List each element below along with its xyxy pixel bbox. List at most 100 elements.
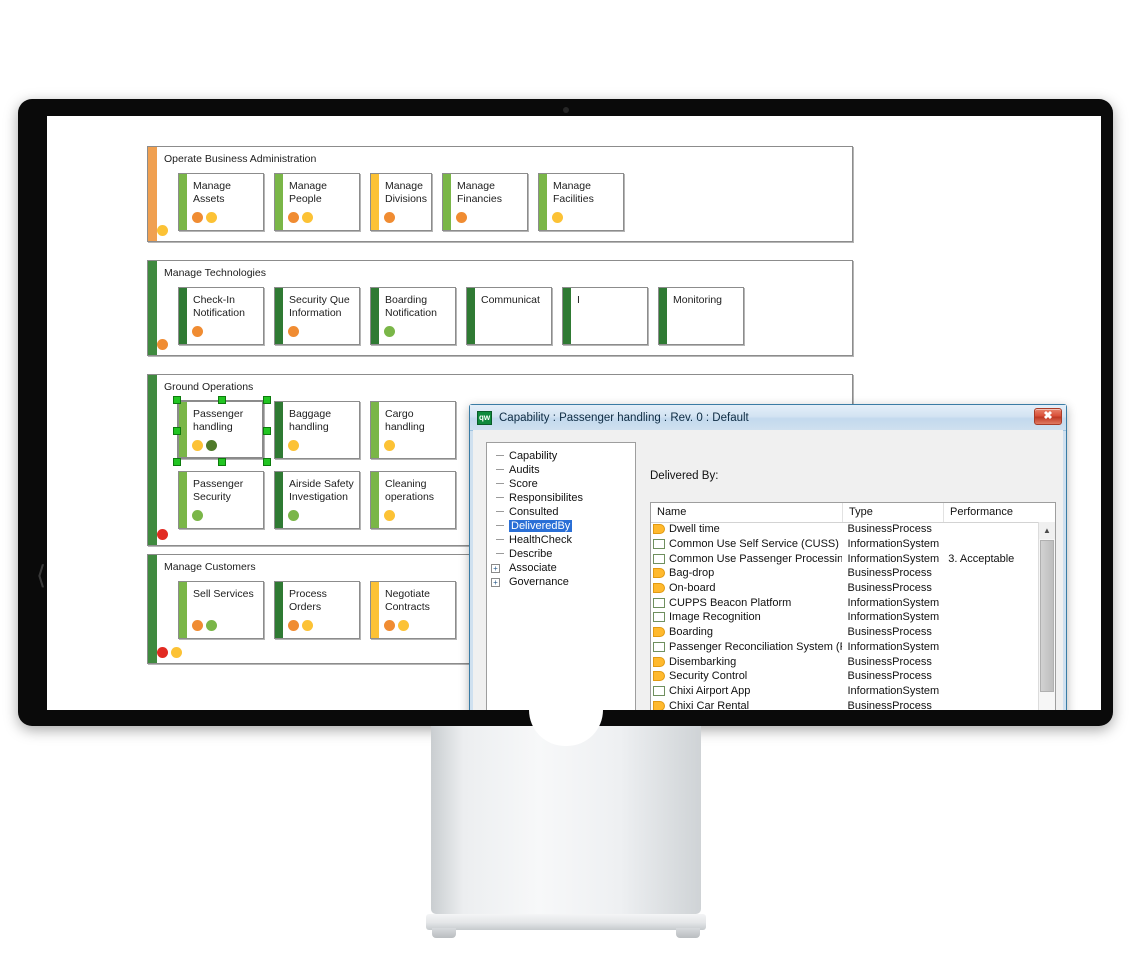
capability-status-bar	[539, 174, 547, 230]
status-dot	[206, 440, 217, 451]
dialog-titlebar[interactable]: qw Capability : Passenger handling : Rev…	[470, 405, 1066, 431]
capability-box[interactable]: Negotiate Contracts	[370, 581, 456, 639]
expand-icon[interactable]: +	[491, 564, 500, 573]
capability-label: Manage Financies	[457, 180, 502, 205]
capability-box[interactable]: Process Orders	[274, 581, 360, 639]
capability-box[interactable]: Passenger handling	[178, 401, 264, 459]
row-name-text: Dwell time	[669, 523, 720, 536]
tree-item-label: Describe	[509, 548, 553, 560]
table-row[interactable]: Image Recognition InformationSystem	[651, 610, 1037, 625]
selection-handle[interactable]	[218, 396, 226, 404]
capability-box[interactable]: Cargo handling	[370, 401, 456, 459]
tree-item-deliveredby[interactable]: DeliveredBy	[487, 519, 635, 533]
tree-item-label: Consulted	[509, 506, 559, 518]
capability-status-bar	[371, 472, 379, 528]
capability-label: Boarding Notification	[385, 294, 437, 319]
selection-handle[interactable]	[263, 427, 271, 435]
vertical-scrollbar[interactable]: ▲ ▼	[1038, 522, 1055, 710]
status-dot	[288, 326, 299, 337]
table-row[interactable]: On-board BusinessProcess	[651, 581, 1037, 596]
table-row[interactable]: Security Control BusinessProcess	[651, 669, 1037, 684]
close-icon[interactable]: ✖	[1034, 408, 1062, 425]
capability-box[interactable]: Cleaning operations	[370, 471, 456, 529]
capability-box[interactable]: Manage Financies	[442, 173, 528, 231]
tree-item-audits[interactable]: Audits	[487, 463, 635, 477]
scroll-up-icon[interactable]: ▲	[1039, 522, 1055, 539]
capability-box[interactable]: Communicat	[466, 287, 552, 345]
capability-label: Manage Assets	[193, 180, 231, 205]
capability-box[interactable]: Manage Facilities	[538, 173, 624, 231]
table-row[interactable]: Passenger Reconciliation System (PRS) Inf…	[651, 640, 1037, 655]
column-header-performance[interactable]: Performance	[943, 503, 1038, 522]
capability-box[interactable]: Boarding Notification	[370, 287, 456, 345]
monitor-stand-foot-left	[432, 928, 456, 938]
selection-handle[interactable]	[218, 458, 226, 466]
monitor-stand-foot-right	[676, 928, 700, 938]
table-row[interactable]: Chixi Car Rental BusinessProcess	[651, 698, 1037, 710]
capability-box[interactable]: Manage People	[274, 173, 360, 231]
tree-item-score[interactable]: Score	[487, 477, 635, 491]
capability-box[interactable]: Airside Safety Investigation	[274, 471, 360, 529]
tree-item-label: Responsibilites	[509, 492, 583, 504]
capability-box[interactable]: I	[562, 287, 648, 345]
table-row[interactable]: Common Use Self Service (CUSS) Informatio…	[651, 537, 1037, 552]
tree-item-describe[interactable]: Describe	[487, 547, 635, 561]
capability-status-bar	[467, 288, 475, 344]
table-row[interactable]: CUPPS Beacon Platform InformationSystem	[651, 595, 1037, 610]
capability-status-bar	[179, 288, 187, 344]
selection-handle[interactable]	[173, 396, 181, 404]
tree-item-capability[interactable]: Capability	[487, 449, 635, 463]
capability-box[interactable]: Baggage handling	[274, 401, 360, 459]
capability-status-dots	[192, 620, 217, 631]
table-row[interactable]: Bag-drop BusinessProcess	[651, 566, 1037, 581]
tree-item-associate[interactable]: + Associate	[487, 561, 635, 575]
capability-status-bar	[371, 288, 379, 344]
capability-box[interactable]: Check-In Notification	[178, 287, 264, 345]
group-status-dots	[157, 529, 168, 540]
screenshot-root: ⟨ Manage Customers Sell Services Process O…	[0, 0, 1133, 956]
tree-item-responsibilites[interactable]: Responsibilites	[487, 491, 635, 505]
scrollbar-thumb[interactable]	[1040, 540, 1054, 692]
delivered-by-listbox[interactable]: Name Type Performance Dwell time BusinessPr…	[650, 502, 1056, 710]
group-status-bar	[148, 375, 157, 545]
row-name-text: Chixi Car Rental	[669, 699, 750, 710]
cell-name: CUPPS Beacon Platform	[651, 597, 842, 609]
capability-box[interactable]: Manage Divisions	[370, 173, 432, 231]
tree-item-label: HealthCheck	[509, 534, 572, 546]
status-dot	[157, 339, 168, 350]
expand-icon[interactable]: +	[491, 578, 500, 587]
status-dot	[157, 225, 168, 236]
cell-name: Passenger Reconciliation System (PRS)	[651, 641, 842, 653]
cell-name: Dwell time	[651, 523, 842, 535]
capability-box[interactable]: Monitoring	[658, 287, 744, 345]
capability-label: Passenger Security	[193, 478, 244, 503]
property-tree[interactable]: Capability Audits Score Responsibilites Cons…	[486, 442, 636, 710]
capability-group[interactable]: Operate Business Administration Manage As…	[147, 146, 853, 242]
capability-group[interactable]: Manage Technologies Check-In Notification…	[147, 260, 853, 356]
table-row[interactable]: Chixi Airport App InformationSystem	[651, 684, 1037, 699]
tree-item-consulted[interactable]: Consulted	[487, 505, 635, 519]
table-row[interactable]: Common Use Passenger Processing Sy… Infor…	[651, 551, 1037, 566]
capability-box[interactable]: Security Que Information	[274, 287, 360, 345]
capability-box[interactable]: Passenger Security	[178, 471, 264, 529]
table-row[interactable]: Boarding BusinessProcess	[651, 625, 1037, 640]
selection-handle[interactable]	[263, 396, 271, 404]
column-header-name[interactable]: Name	[651, 503, 842, 522]
capability-box[interactable]: Sell Services	[178, 581, 264, 639]
tree-connector-icon	[496, 469, 504, 470]
selection-handle[interactable]	[173, 458, 181, 466]
capability-box[interactable]: Manage Assets	[178, 173, 264, 231]
tree-item-healthcheck[interactable]: HealthCheck	[487, 533, 635, 547]
selection-handle[interactable]	[263, 458, 271, 466]
selection-handle[interactable]	[173, 427, 181, 435]
group-title: Manage Technologies	[164, 267, 266, 279]
group-title: Operate Business Administration	[164, 153, 317, 165]
tree-item-governance[interactable]: + Governance	[487, 575, 635, 589]
column-header-type[interactable]: Type	[842, 503, 943, 522]
capability-label: Negotiate Contracts	[385, 588, 430, 613]
row-name-text: Chixi Airport App	[669, 684, 751, 697]
table-row[interactable]: Disembarking BusinessProcess	[651, 654, 1037, 669]
table-row[interactable]: Dwell time BusinessProcess	[651, 522, 1037, 537]
table-body[interactable]: Dwell time BusinessProcess Common Use Self…	[651, 522, 1037, 710]
capability-status-dots	[384, 620, 409, 631]
